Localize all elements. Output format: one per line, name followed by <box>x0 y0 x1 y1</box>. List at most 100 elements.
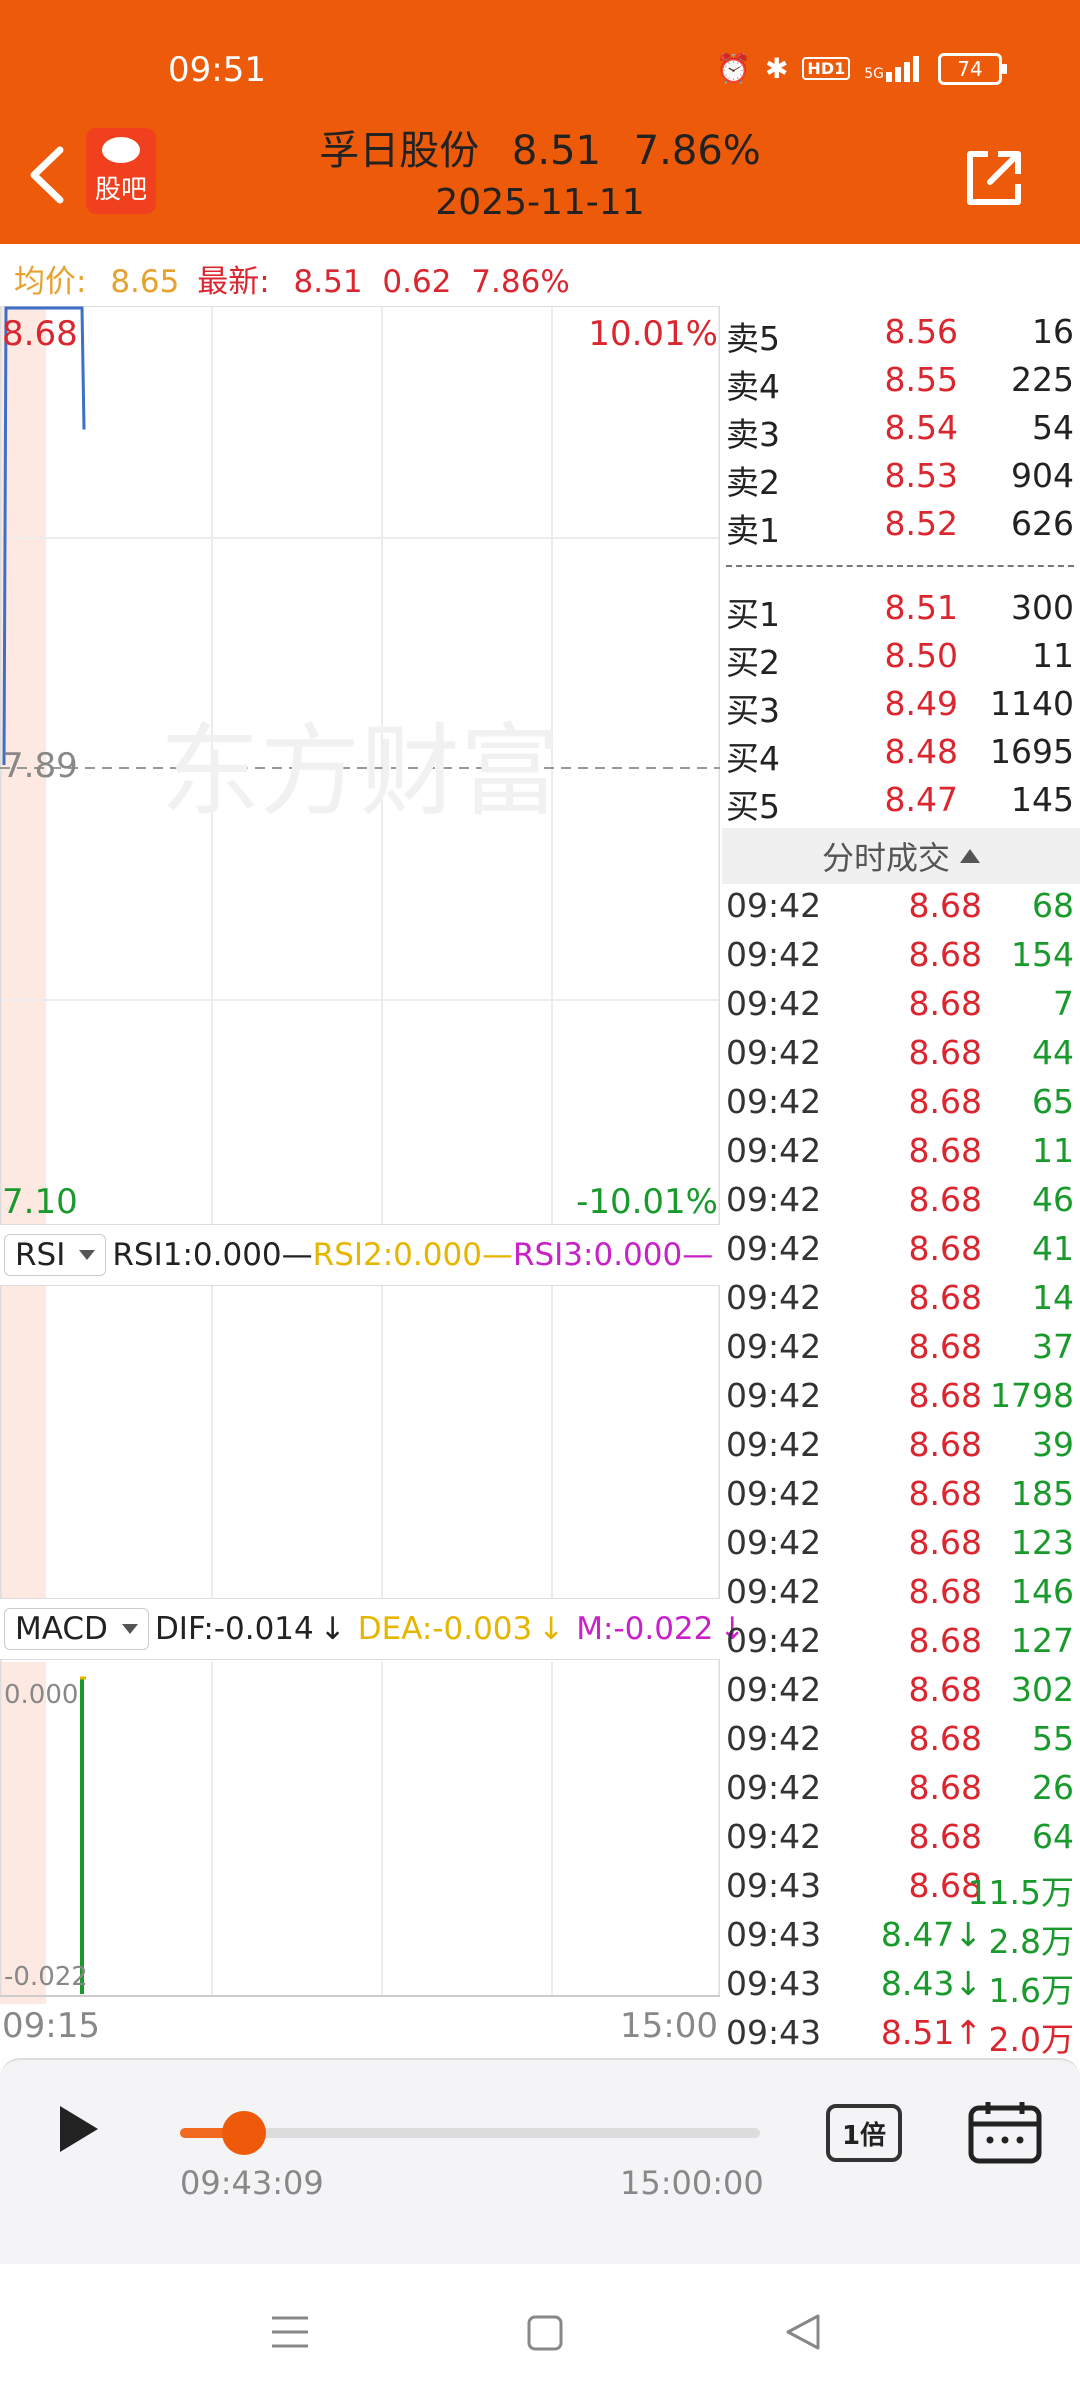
trade-volume: 302 <box>1011 1670 1074 1709</box>
playback-slider-handle[interactable] <box>221 2111 266 2155</box>
trade-time: 09:42 <box>726 1474 822 1513</box>
trade-row: 09:42 8.68 64 <box>722 1817 1080 1866</box>
stock-title: 孚日股份 8.51 7.86% <box>0 118 1080 176</box>
trade-time: 09:42 <box>726 1033 822 1072</box>
trade-row: 09:43 8.47↓ 2.8万 <box>722 1915 1080 1964</box>
trade-time: 09:42 <box>726 1376 822 1415</box>
rsi-indicator-bar: RSI RSI1:0.000— RSI2:0.000— RSI3:0.000— <box>0 1224 720 1286</box>
intraday-chart[interactable]: 东方财富 8.68 10.01% 7.89 7.10 -10.01% RSI R… <box>0 306 745 2052</box>
trade-volume: 37 <box>1032 1327 1074 1366</box>
alarm-icon: ⏰ <box>716 52 751 85</box>
trade-volume: 1.6万 <box>988 1971 1074 2010</box>
trade-time: 09:42 <box>726 935 822 974</box>
trade-time: 09:42 <box>726 1425 822 1464</box>
signal-icon: 5G <box>864 55 924 82</box>
order-book-bid-row: 买2 8.50 11 <box>726 636 1074 682</box>
trade-volume: 1798 <box>990 1376 1074 1415</box>
trade-price: 8.68 <box>908 935 982 974</box>
trade-price: 8.68 <box>908 1033 982 1072</box>
caret-down-icon <box>121 1624 138 1634</box>
trade-volume: 39 <box>1032 1425 1074 1464</box>
order-book-bid-row: 买4 8.48 1695 <box>726 732 1074 778</box>
trade-row: 09:42 8.68 127 <box>722 1621 1080 1670</box>
rsi-selector[interactable]: RSI <box>4 1234 107 1276</box>
trade-row: 09:42 8.68 68 <box>722 886 1080 935</box>
rsi-selector-label: RSI <box>15 1237 66 1273</box>
calendar-icon <box>968 2102 1042 2164</box>
playback-slider[interactable] <box>180 2128 760 2138</box>
trade-volume: 11.5万 <box>967 1873 1074 1912</box>
macd-selector-label: MACD <box>15 1611 108 1647</box>
watermark-text: 东方财富 <box>160 713 560 830</box>
trade-row: 09:42 8.68 7 <box>722 984 1080 1033</box>
chart-canvas: 东方财富 <box>0 306 720 2004</box>
order-book-ask-row: 卖3 8.54 54 <box>726 408 1074 454</box>
trade-price: 8.68 <box>908 1719 982 1758</box>
price-info-line: 均价: 8.65 最新: 8.51 0.62 7.86% <box>14 256 570 301</box>
avg-price-label: 均价: <box>14 264 87 300</box>
order-book-divider <box>726 565 1074 567</box>
trade-price: 8.68 <box>908 1474 982 1513</box>
sort-up-icon <box>960 849 980 863</box>
system-nav-bar <box>0 2264 1080 2400</box>
back-nav-icon[interactable] <box>784 2312 822 2352</box>
trade-time: 09:42 <box>726 1670 822 1709</box>
pct-min-label: -10.01% <box>576 1182 718 1222</box>
trade-volume: 2.0万 <box>988 2020 1074 2059</box>
trade-time: 09:42 <box>726 1572 822 1611</box>
trades-header-label: 分时成交 <box>821 839 950 877</box>
rsi2-value: RSI2:0.000 <box>312 1237 482 1273</box>
latest-label: 最新: <box>197 264 270 300</box>
trade-volume: 146 <box>1011 1572 1074 1611</box>
trade-row: 09:42 8.68 185 <box>722 1474 1080 1523</box>
speed-button[interactable]: 1倍 <box>826 2104 902 2162</box>
trade-volume: 65 <box>1032 1082 1074 1121</box>
macd-bottom-label: -0.022 <box>4 1962 88 1992</box>
trade-row: 09:42 8.68 65 <box>722 1082 1080 1131</box>
trade-time: 09:42 <box>726 1278 822 1317</box>
macd-selector[interactable]: MACD <box>4 1608 149 1650</box>
play-button[interactable] <box>56 2104 100 2154</box>
trade-time: 09:42 <box>726 984 822 1023</box>
macd-dif-value: DIF:-0.014 <box>154 1611 314 1647</box>
trade-row: 09:42 8.68 146 <box>722 1572 1080 1621</box>
stock-price: 8.51 <box>511 128 601 174</box>
order-book-bid-row: 买5 8.47 145 <box>726 780 1074 826</box>
trade-time: 09:42 <box>726 1621 822 1660</box>
pct-max-label: 10.01% <box>588 314 718 354</box>
trade-row: 09:42 8.68 1798 <box>722 1376 1080 1425</box>
trade-price: 8.51↑ <box>880 2013 982 2052</box>
trade-price: 8.68 <box>908 1082 982 1121</box>
home-icon[interactable] <box>526 2314 564 2352</box>
trade-time: 09:42 <box>726 1131 822 1170</box>
order-book-ask-row: 卖1 8.52 626 <box>726 504 1074 550</box>
trade-row: 09:42 8.68 46 <box>722 1180 1080 1229</box>
trade-time: 09:42 <box>726 1082 822 1121</box>
share-button[interactable] <box>962 146 1026 210</box>
menu-icon[interactable] <box>270 2314 310 2350</box>
trade-volume: 11 <box>1032 1131 1074 1170</box>
trade-row: 09:42 8.68 14 <box>722 1278 1080 1327</box>
trade-row: 09:42 8.68 123 <box>722 1523 1080 1572</box>
macd-dea-value: DEA:-0.003 <box>357 1611 533 1647</box>
avg-price-value: 8.65 <box>110 264 180 300</box>
trade-volume: 2.8万 <box>988 1922 1074 1961</box>
trade-price: 8.47↓ <box>880 1915 982 1954</box>
trade-row: 09:42 8.68 41 <box>722 1229 1080 1278</box>
trade-volume: 26 <box>1032 1768 1074 1807</box>
trades-header[interactable]: 分时成交 <box>722 828 1080 884</box>
trade-price: 8.43↓ <box>880 1964 982 2003</box>
caret-down-icon <box>79 1250 96 1260</box>
trade-date: 2025-11-11 <box>435 182 645 223</box>
trade-price: 8.68 <box>908 1523 982 1562</box>
bluetooth-icon: ✱ <box>764 52 789 85</box>
time-end-label: 15:00 <box>620 2006 718 2046</box>
order-book-bid-row: 买3 8.49 1140 <box>726 684 1074 730</box>
trade-row: 09:42 8.68 44 <box>722 1033 1080 1082</box>
calendar-button[interactable] <box>968 2100 1042 2164</box>
trade-time: 09:42 <box>726 1180 822 1219</box>
trade-price: 8.68 <box>908 1670 982 1709</box>
trade-price: 8.68 <box>908 1572 982 1611</box>
stock-name: 孚日股份 <box>319 128 480 174</box>
trade-time: 09:42 <box>726 1768 822 1807</box>
